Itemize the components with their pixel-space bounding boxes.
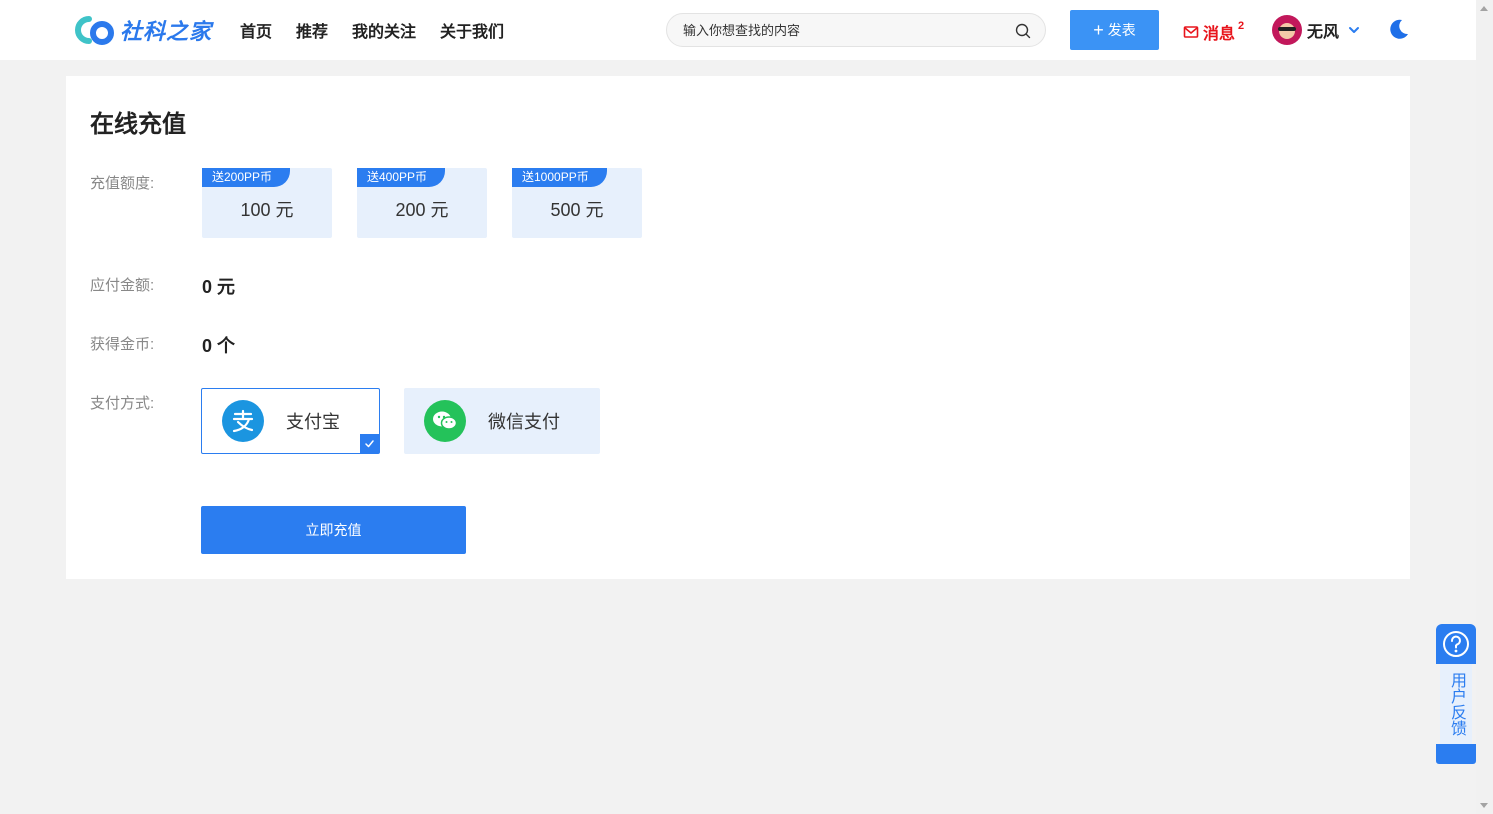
amount-option-100[interactable]: 送200PP币 100 元	[202, 168, 332, 238]
site-logo[interactable]: 社科之家	[72, 12, 212, 48]
nav-home[interactable]: 首页	[240, 18, 272, 42]
scroll-down-icon[interactable]	[1480, 803, 1488, 808]
scroll-up-icon[interactable]	[1480, 6, 1488, 11]
payment-methods: 支付宝 微信支付	[201, 388, 600, 454]
page-scrollbar[interactable]	[1476, 0, 1493, 814]
logo-icon	[75, 16, 114, 45]
publish-label: 发表	[1107, 22, 1136, 38]
alipay-label: 支付宝	[286, 412, 340, 432]
feedback-label: 用户反馈	[1448, 672, 1465, 736]
username: 无风	[1307, 24, 1340, 41]
bonus-tag: 送1000PP币	[512, 168, 607, 187]
amount-option-500[interactable]: 送1000PP币 500 元	[512, 168, 642, 238]
amount-value: 500 元	[550, 200, 604, 220]
coins-value: 0 个	[202, 336, 236, 356]
recharge-card: 在线充值 充值额度: 送200PP币 100 元 送400PP币 200 元 送…	[66, 76, 1410, 579]
amount-option-200[interactable]: 送400PP币 200 元	[357, 168, 487, 238]
recharge-now-button[interactable]: 立即充值	[201, 506, 466, 554]
chevron-down-icon	[1349, 27, 1360, 33]
main-nav: 首页 推荐 我的关注 关于我们	[240, 18, 504, 42]
help-icon	[1436, 624, 1476, 664]
alipay-option[interactable]: 支付宝	[201, 388, 380, 454]
nav-about[interactable]: 关于我们	[440, 18, 504, 42]
bonus-tag: 送400PP币	[357, 168, 446, 187]
payable-value: 0 元	[202, 277, 236, 297]
page-title: 在线充值	[90, 111, 186, 138]
search-input[interactable]	[667, 14, 997, 46]
alipay-icon	[222, 400, 264, 442]
messages-count-badge: 2	[1238, 20, 1245, 32]
publish-button[interactable]: + 发表	[1070, 10, 1159, 50]
amount-value: 100 元	[240, 200, 294, 220]
payable-label: 应付金额:	[90, 277, 155, 294]
moon-icon[interactable]	[1388, 18, 1410, 40]
feedback-footer	[1436, 744, 1476, 764]
feedback-label-box: 用户反馈	[1440, 664, 1472, 744]
check-icon	[360, 434, 379, 453]
coins-label: 获得金币:	[90, 336, 155, 353]
search-icon[interactable]	[1015, 23, 1031, 39]
payment-method-label: 支付方式:	[90, 395, 155, 412]
avatar	[1272, 15, 1302, 45]
bonus-tag: 送200PP币	[202, 168, 291, 187]
user-menu[interactable]: 无风	[1272, 15, 1361, 45]
messages-label: 消息	[1203, 26, 1236, 43]
wechat-pay-option[interactable]: 微信支付	[404, 388, 600, 454]
plus-icon: +	[1093, 20, 1104, 40]
amount-options: 送200PP币 100 元 送400PP币 200 元 送1000PP币 500…	[202, 168, 642, 238]
wechat-pay-label: 微信支付	[488, 412, 560, 432]
messages-link[interactable]: 消息 2	[1183, 20, 1244, 44]
search-box	[666, 13, 1046, 47]
amount-label: 充值额度:	[90, 175, 155, 192]
mail-icon	[1183, 26, 1199, 38]
amount-value: 200 元	[395, 200, 449, 220]
top-header: 社科之家 首页 推荐 我的关注 关于我们 + 发表 消息 2 无风	[0, 0, 1476, 60]
nav-recommend[interactable]: 推荐	[296, 18, 328, 42]
logo-text: 社科之家	[120, 19, 213, 44]
user-feedback-widget[interactable]: 用户反馈	[1436, 624, 1476, 764]
nav-following[interactable]: 我的关注	[352, 18, 416, 42]
wechat-icon	[424, 400, 466, 442]
